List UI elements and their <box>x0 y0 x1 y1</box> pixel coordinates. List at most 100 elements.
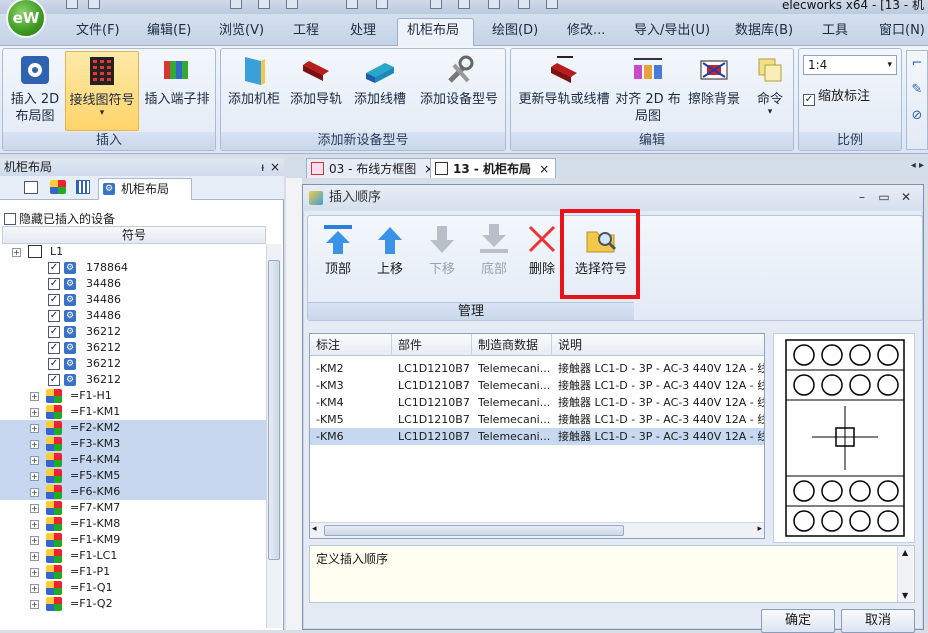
tab-wiring-block-diagram[interactable]: 03 - 布线方框图 × <box>306 158 442 178</box>
checkbox-checked-icon[interactable]: ✓ <box>48 294 60 306</box>
expand-icon[interactable]: + <box>30 440 39 449</box>
tab-scroll-icon[interactable]: ◂ ▸ <box>911 160 924 171</box>
device-row[interactable]: + =F1-P1 <box>0 564 266 580</box>
expand-icon[interactable]: + <box>30 584 39 593</box>
table-hscroll-thumb[interactable] <box>324 525 624 536</box>
wiring-symbol-button[interactable]: 接线图符号 ▾ <box>65 51 139 131</box>
menu-window[interactable]: 窗口(N) <box>879 14 925 46</box>
pin-icon[interactable]: ᵼ <box>261 158 264 176</box>
col-tag[interactable]: 标注 <box>310 334 392 356</box>
move-up-button[interactable]: 上移 <box>366 222 414 278</box>
move-down-button[interactable]: 下移 <box>418 222 466 278</box>
device-row[interactable]: + =F1-KM9 <box>0 532 266 548</box>
scale-annotation-checkbox[interactable]: ✓ 缩放标注 <box>803 85 870 106</box>
delete-button[interactable]: 删除 <box>520 222 564 278</box>
col-manufacturer[interactable]: 制造商数据 <box>472 334 552 356</box>
checkbox-checked-icon[interactable]: ✓ <box>48 374 60 386</box>
expand-icon[interactable]: + <box>30 552 39 561</box>
expand-icon[interactable]: + <box>30 536 39 545</box>
menu-draw[interactable]: 绘图(D) <box>492 14 538 46</box>
circle-tool-icon[interactable]: ⊘ <box>907 103 927 129</box>
expand-icon[interactable]: + <box>30 520 39 529</box>
open-icon[interactable] <box>88 0 100 9</box>
maximize-icon[interactable]: ▭ <box>875 189 893 205</box>
add-rail-button[interactable]: 添加导轨 <box>285 51 347 108</box>
tree-scroll-thumb[interactable] <box>268 260 280 560</box>
tab-cabinet-layout-doc[interactable]: 13 - 机柜布局 × <box>430 158 557 178</box>
symbol-row[interactable]: ✓ ⚙ 178864 <box>0 260 266 276</box>
device-row[interactable]: + =F7-KM7 <box>0 500 266 516</box>
rotate-icon[interactable] <box>376 0 388 9</box>
symbol-row[interactable]: ✓ ⚙ 36212 <box>0 324 266 340</box>
checkbox-checked-icon[interactable]: ✓ <box>48 262 60 274</box>
device-row[interactable]: + =F2-KM2 <box>0 420 266 436</box>
insert-2d-layout-button[interactable]: 插入 2D 布局图 <box>5 51 65 125</box>
table-row[interactable]: -KM3 LC1D1210B7 Telemecani... 接触器 LC1-D - 3… <box>310 377 764 394</box>
device-row[interactable]: + =F5-KM5 <box>0 468 266 484</box>
dropdown-arrow-icon[interactable]: ▾ <box>66 109 138 118</box>
command-button[interactable]: 命令 ▾ <box>747 51 793 117</box>
expand-icon[interactable]: + <box>30 392 39 401</box>
table-row[interactable]: -KM4 LC1D1210B7 Telemecani... 接触器 LC1-D - 3… <box>310 394 764 411</box>
align-2d-layout-button[interactable]: 对齐 2D 布局图 <box>615 51 681 125</box>
menu-view[interactable]: 浏览(V) <box>219 14 264 46</box>
tab-close-icon[interactable]: × <box>539 162 549 176</box>
checkbox-checked-icon[interactable]: ✓ <box>48 342 60 354</box>
add-duct-button[interactable]: 添加线槽 <box>347 51 413 108</box>
symbol-row[interactable]: ✓ ⚙ 34486 <box>0 292 266 308</box>
move-icon[interactable] <box>346 0 358 9</box>
erase-background-button[interactable]: 擦除背景 <box>681 51 747 108</box>
save-icon[interactable] <box>66 0 78 9</box>
col-part[interactable]: 部件 <box>392 334 472 356</box>
col-description[interactable]: 说明 <box>552 334 764 356</box>
device-row[interactable]: + =F1-H1 <box>0 388 266 404</box>
device-row[interactable]: + =F1-Q2 <box>0 596 266 612</box>
symbol-row[interactable]: ✓ ⚙ 36212 <box>0 356 266 372</box>
pan-icon[interactable] <box>458 0 470 9</box>
component-tab-icon[interactable] <box>50 180 66 194</box>
insert-terminal-strip-button[interactable]: 插入端子排 <box>139 51 215 108</box>
scale-select[interactable]: 1:4 ▾ <box>803 55 897 75</box>
ok-button[interactable]: 确定 <box>761 609 835 633</box>
scroll-up-icon[interactable]: ▲ <box>902 548 908 557</box>
menu-edit[interactable]: 编辑(E) <box>147 14 191 46</box>
expand-icon[interactable]: + <box>30 504 39 513</box>
symbol-row[interactable]: ✓ ⚙ 34486 <box>0 276 266 292</box>
device-row[interactable]: + =F1-LC1 <box>0 548 266 564</box>
cancel-button[interactable]: 取消 <box>841 609 915 633</box>
table-row[interactable]: -KM2 LC1D1210B7 Telemecani... 接触器 LC1-D - 3… <box>310 360 764 377</box>
add-device-model-button[interactable]: 添加设备型号 <box>415 51 503 108</box>
table-row[interactable]: -KM5 LC1D1210B7 Telemecani... 接触器 LC1-D - 3… <box>310 411 764 428</box>
menu-process[interactable]: 处理 <box>350 14 376 46</box>
hide-inserted-checkbox[interactable]: 隐藏已插入的设备 <box>4 210 115 227</box>
move-bottom-button[interactable]: 底部 <box>470 222 518 278</box>
device-row[interactable]: + =F1-Q1 <box>0 580 266 596</box>
expand-icon[interactable]: + <box>30 424 39 433</box>
tab-cabinet-layout[interactable]: ⚙ 机柜布局 <box>98 178 192 200</box>
device-row[interactable]: + =F6-KM6 <box>0 484 266 500</box>
device-row[interactable]: + =F1-KM1 <box>0 404 266 420</box>
line-tool-icon[interactable]: ⌐ <box>907 51 927 77</box>
menu-database[interactable]: 数据库(B) <box>735 14 793 46</box>
scroll-down-icon[interactable]: ▼ <box>902 591 908 600</box>
checkbox-checked-icon[interactable]: ✓ <box>48 326 60 338</box>
copy-icon[interactable] <box>258 0 270 9</box>
scroll-right-icon[interactable]: ▸ <box>757 524 762 534</box>
update-rail-duct-button[interactable]: 更新导轨或线槽 <box>513 51 615 108</box>
cut-icon[interactable] <box>230 0 242 9</box>
device-row[interactable]: + =F1-KM8 <box>0 516 266 532</box>
table-row[interactable]: -KM6 LC1D1210B7 Telemecani... 接触器 LC1-D - 3… <box>310 428 764 445</box>
tree-root[interactable]: + L1 <box>0 244 266 260</box>
zoom-icon[interactable] <box>430 0 442 9</box>
scroll-left-icon[interactable]: ◂ <box>312 524 317 534</box>
checkbox-checked-icon[interactable]: ✓ <box>48 358 60 370</box>
paste-icon[interactable] <box>286 0 298 9</box>
close-icon[interactable]: ✕ <box>897 189 915 205</box>
panel-close-icon[interactable]: × <box>270 158 280 176</box>
menu-file[interactable]: 文件(F) <box>76 14 120 46</box>
symbol-row[interactable]: ✓ ⚙ 34486 <box>0 308 266 324</box>
minimize-icon[interactable]: – <box>853 189 871 205</box>
expand-icon[interactable]: + <box>12 248 21 257</box>
menu-cabinet-layout[interactable]: 机柜布局 <box>407 14 459 46</box>
expand-icon[interactable]: + <box>30 456 39 465</box>
